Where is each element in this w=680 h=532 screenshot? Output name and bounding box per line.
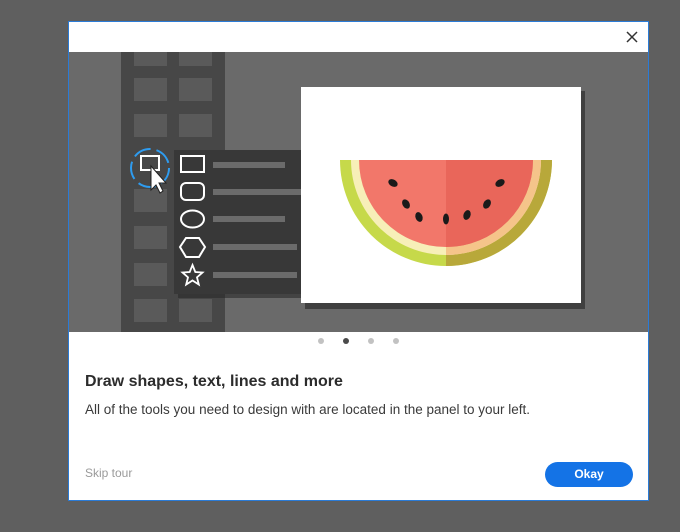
close-icon (626, 31, 638, 43)
dialog-titlebar (69, 22, 648, 52)
pager-dot-3[interactable] (368, 338, 374, 344)
tour-illustration (69, 52, 648, 332)
pager-dot-2-active[interactable] (343, 338, 349, 344)
pager-dot-1[interactable] (318, 338, 324, 344)
canvas-artboard (301, 87, 581, 303)
tour-dialog: Draw shapes, text, lines and more All of… (68, 21, 649, 501)
tour-step-title: Draw shapes, text, lines and more (85, 373, 343, 390)
tour-step-description: All of the tools you need to design with… (85, 402, 531, 417)
skip-tour-link[interactable]: Skip tour (85, 466, 132, 480)
pager-dot-4[interactable] (393, 338, 399, 344)
close-button[interactable] (622, 27, 642, 47)
tour-pager (69, 338, 648, 348)
okay-button[interactable]: Okay (545, 462, 633, 487)
